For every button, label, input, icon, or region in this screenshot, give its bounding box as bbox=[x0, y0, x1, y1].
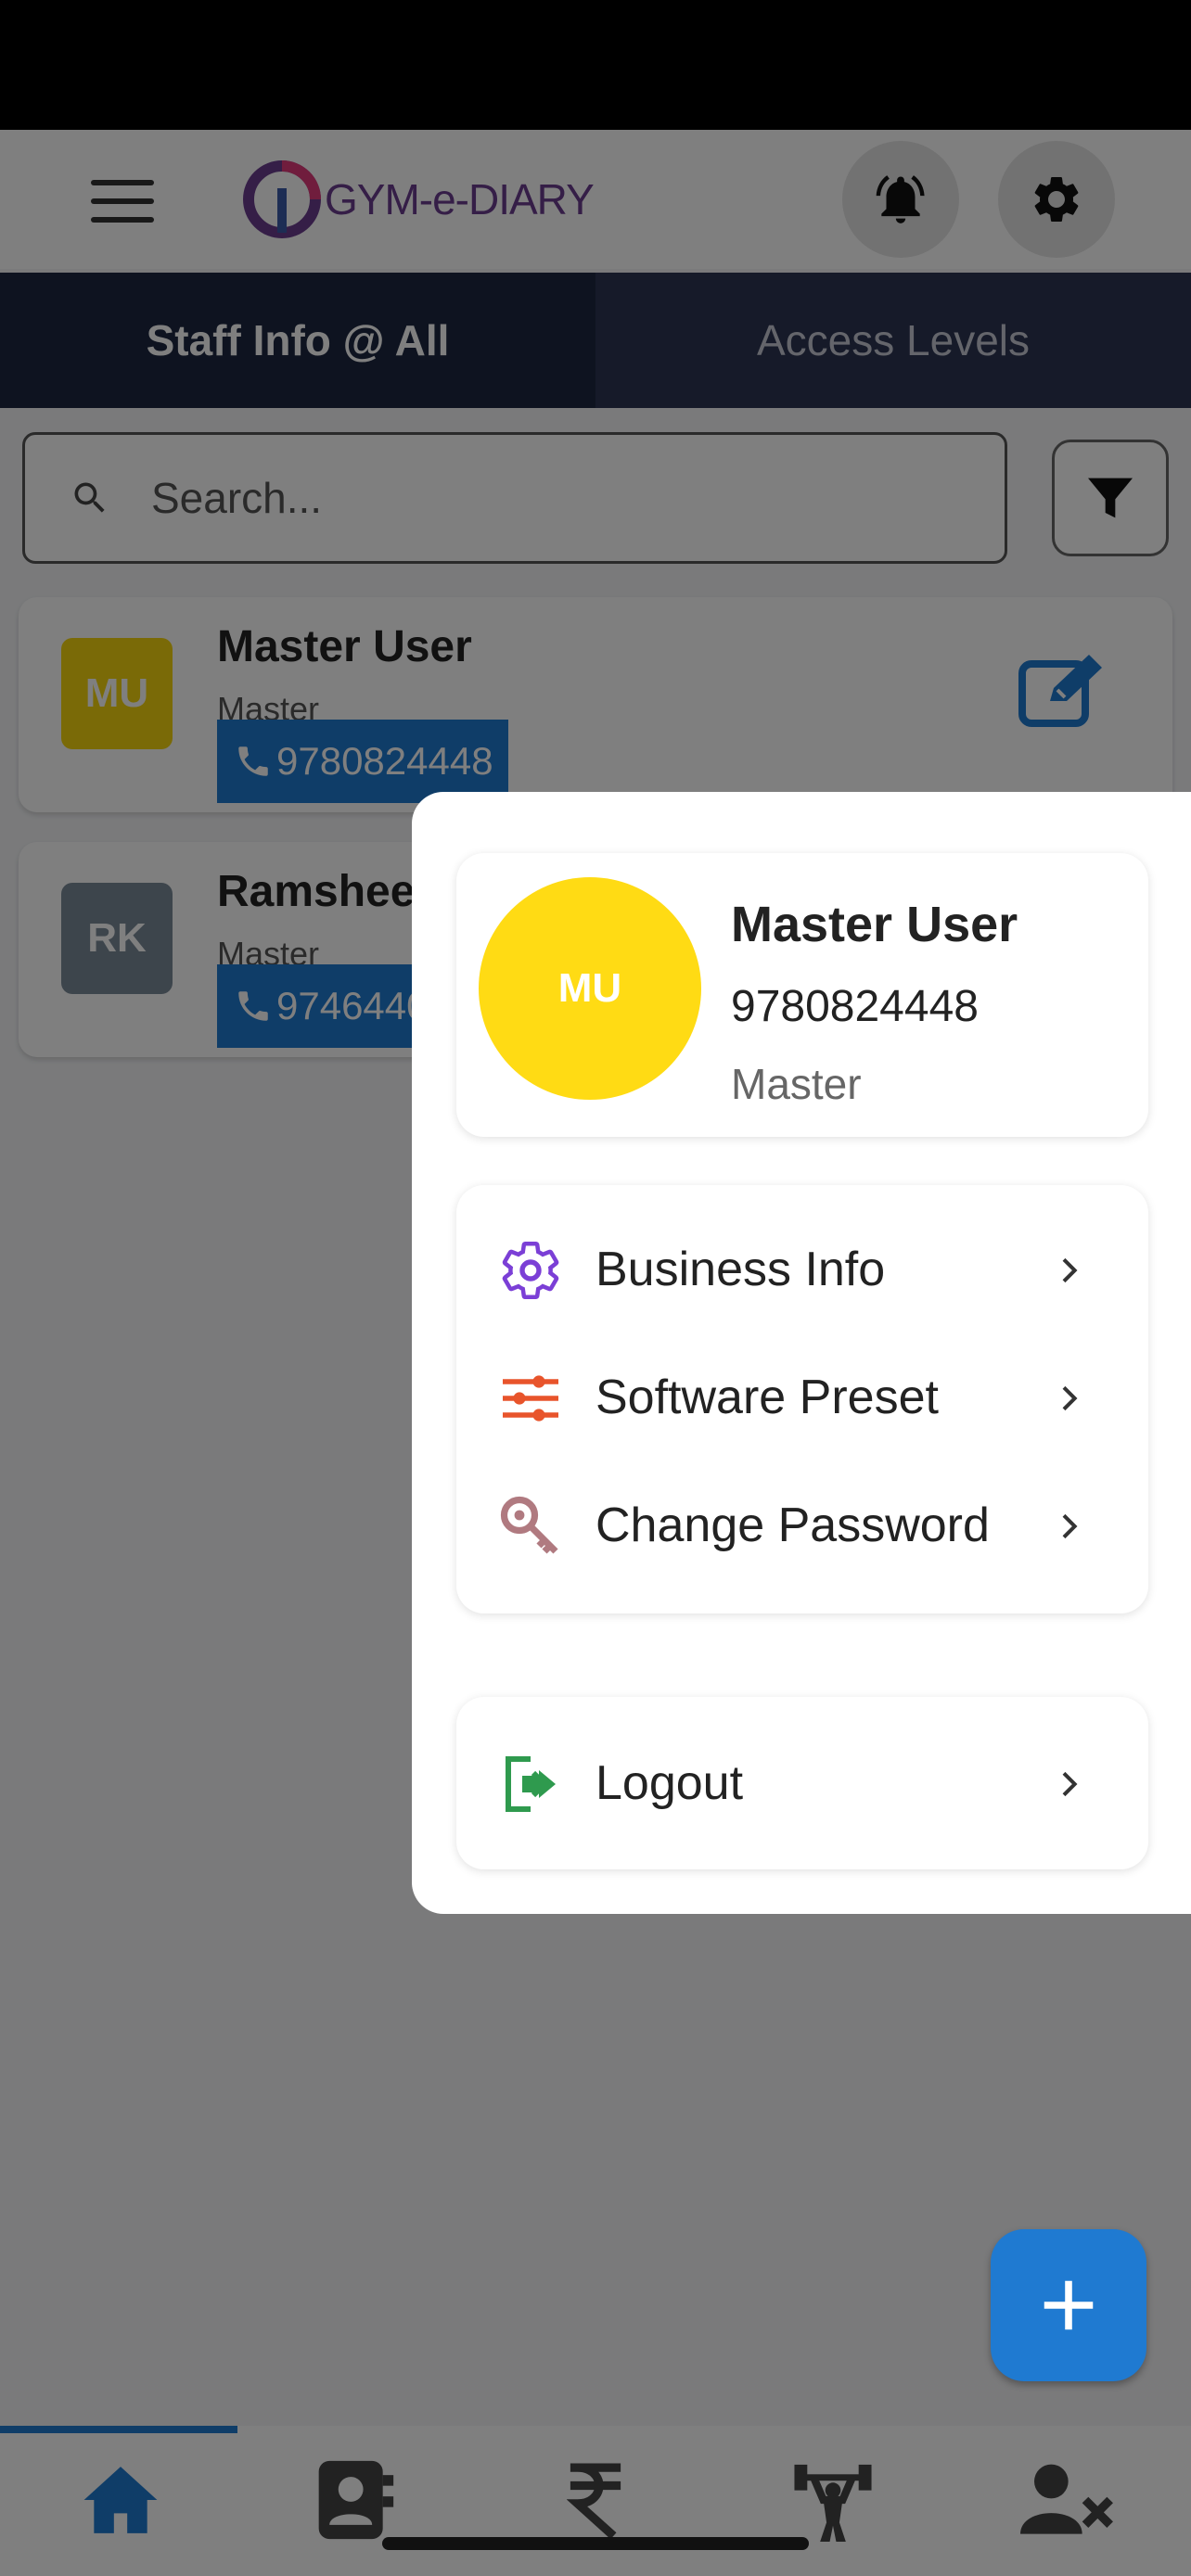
profile-phone: 9780824448 bbox=[731, 982, 979, 1031]
chevron-right-icon bbox=[1062, 1771, 1078, 1797]
profile-name: Master User bbox=[731, 897, 1018, 952]
menu-item-label: Software Preset bbox=[596, 1371, 939, 1424]
status-bar bbox=[0, 0, 1191, 130]
profile-menu-panel: MU Master User 9780824448 Master Busines… bbox=[412, 792, 1191, 1914]
sliders-icon bbox=[503, 1375, 558, 1422]
avatar: MU bbox=[479, 877, 701, 1100]
home-indicator bbox=[382, 2537, 809, 2550]
plus-icon bbox=[1044, 2280, 1094, 2330]
logout-label: Logout bbox=[596, 1756, 744, 1810]
chevron-right-icon bbox=[1062, 1513, 1078, 1539]
chevron-right-icon bbox=[1062, 1385, 1078, 1411]
menu-item-change-password[interactable]: Change Password bbox=[456, 1461, 1148, 1589]
menu-item-software-preset[interactable]: Software Preset bbox=[456, 1333, 1148, 1461]
settings-options-card: Business Info Software Preset Change Pas… bbox=[456, 1185, 1148, 1613]
key-icon bbox=[500, 1496, 558, 1554]
logout-icon bbox=[506, 1756, 556, 1812]
profile-role: Master bbox=[731, 1060, 862, 1108]
profile-card: MU Master User 9780824448 Master bbox=[456, 853, 1148, 1137]
menu-item-business-info[interactable]: Business Info bbox=[456, 1205, 1148, 1333]
logout-card: Logout bbox=[456, 1697, 1148, 1869]
logout-button[interactable]: Logout bbox=[456, 1719, 1148, 1847]
menu-item-label: Business Info bbox=[596, 1243, 886, 1296]
chevron-right-icon bbox=[1062, 1257, 1078, 1283]
menu-item-label: Change Password bbox=[596, 1498, 990, 1552]
gear-icon bbox=[502, 1241, 559, 1300]
add-staff-button[interactable] bbox=[991, 2229, 1146, 2381]
